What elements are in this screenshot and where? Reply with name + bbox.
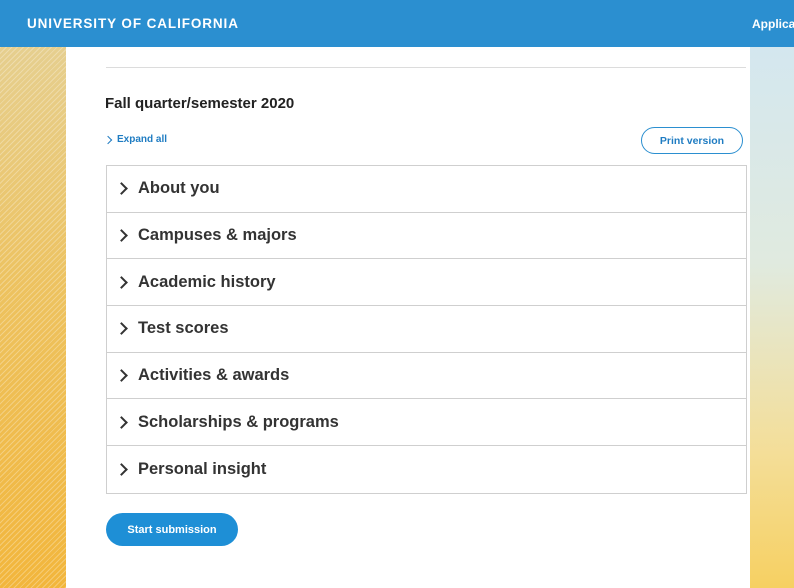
section-personal-insight[interactable]: Personal insight: [107, 446, 746, 493]
chevron-right-icon: [115, 182, 128, 196]
section-label: Campuses & majors: [138, 226, 297, 245]
chevron-right-icon: [115, 275, 128, 289]
expand-all-link[interactable]: Expand all: [103, 134, 168, 145]
start-submission-button[interactable]: Start submission: [106, 513, 238, 546]
chevron-right-icon: [115, 463, 128, 476]
print-version-button[interactable]: Print version: [641, 127, 743, 154]
section-label: Academic history: [138, 272, 276, 291]
chevron-right-icon: [115, 322, 128, 336]
section-label: About you: [138, 179, 220, 198]
section-campuses-majors[interactable]: Campuses & majors: [107, 213, 746, 260]
expand-all-label: Expand all: [117, 134, 168, 145]
decorative-gold-stripe-left: [0, 47, 66, 588]
section-activities-awards[interactable]: Activities & awards: [107, 353, 746, 400]
section-about-you[interactable]: About you: [107, 166, 746, 213]
brand-logo-text[interactable]: UNIVERSITY OF CALIFORNIA: [27, 16, 239, 31]
chevron-right-icon: [115, 229, 128, 242]
term-title: Fall quarter/semester 2020: [105, 95, 295, 112]
chevron-right-icon: [115, 415, 128, 429]
section-test-scores[interactable]: Test scores: [107, 306, 746, 353]
section-label: Personal insight: [138, 459, 267, 478]
application-sections-list: About you Campuses & majors Academic his…: [106, 165, 747, 494]
section-academic-history[interactable]: Academic history: [107, 259, 746, 307]
application-panel: Fall quarter/semester 2020 Expand all Pr…: [66, 47, 750, 588]
applications-link[interactable]: Applicat: [752, 17, 794, 31]
chevron-right-icon: [115, 369, 128, 382]
chevron-right-icon: [103, 135, 113, 144]
section-scholarships-programs[interactable]: Scholarships & programs: [107, 399, 746, 447]
section-label: Scholarships & programs: [138, 412, 339, 431]
section-label: Test scores: [138, 319, 229, 338]
section-label: Activities & awards: [138, 366, 290, 385]
section-divider: [106, 67, 746, 68]
decorative-background-right: [750, 47, 794, 588]
top-header-bar: UNIVERSITY OF CALIFORNIA Applicat: [0, 0, 794, 47]
